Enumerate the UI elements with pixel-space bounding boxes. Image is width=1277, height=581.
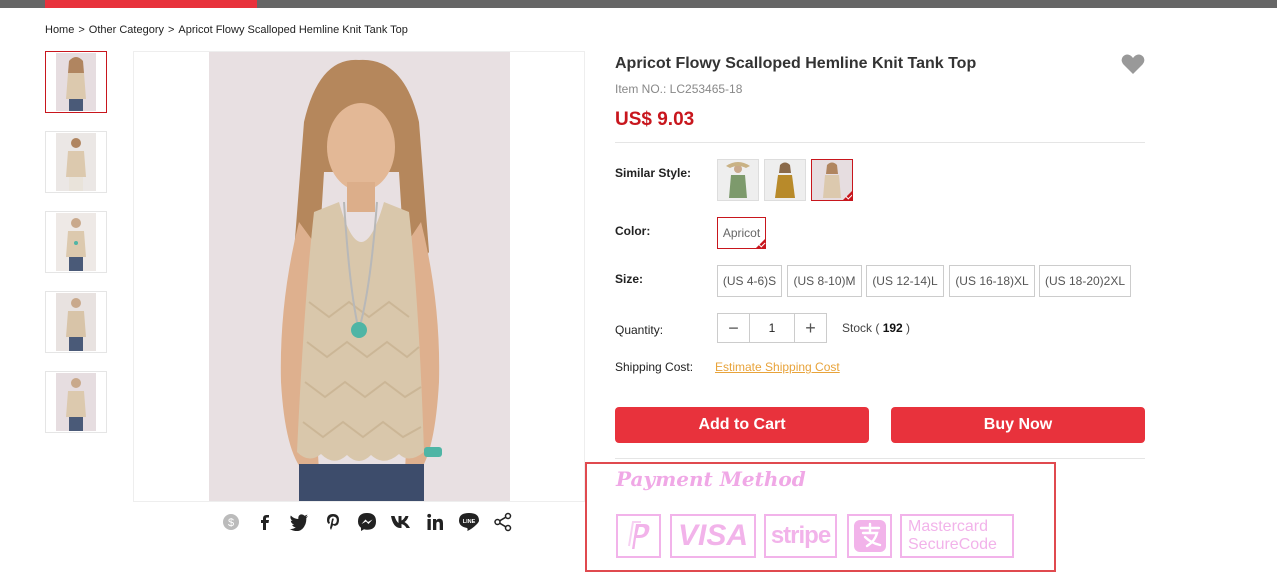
stripe-icon: stripe — [764, 514, 837, 558]
svg-text:LINE: LINE — [463, 519, 476, 525]
mastercard-text: Mastercard — [908, 518, 989, 535]
swatch-image — [718, 160, 758, 200]
breadcrumb: Home > Other Category > Apricot Flowy Scallo… — [45, 24, 408, 36]
color-option-label: Apricot — [722, 226, 761, 240]
thumbnail-image — [56, 373, 96, 431]
quantity-input[interactable]: 1 — [749, 314, 795, 342]
share-icon[interactable] — [492, 511, 514, 533]
thumbnail-list — [45, 51, 107, 451]
breadcrumb-separator: > — [167, 24, 175, 36]
paypal-icon — [616, 514, 661, 558]
thumbnail-image — [56, 213, 96, 271]
color-option-apricot[interactable]: Apricot — [717, 217, 766, 249]
similar-style-label: Similar Style: — [615, 166, 692, 180]
quantity-decrease-button[interactable]: − — [718, 314, 749, 342]
top-nav-bar — [0, 0, 1277, 8]
thumbnail-4[interactable] — [45, 291, 107, 353]
thumbnail-5[interactable] — [45, 371, 107, 433]
wishlist-heart-icon[interactable] — [1121, 53, 1145, 80]
stock-prefix: Stock ( — [842, 321, 883, 335]
line-icon[interactable]: LINE — [458, 511, 480, 533]
mastercard-securecode-icon: Mastercard SecureCode — [900, 514, 1014, 558]
size-label: Size: — [615, 272, 644, 286]
twitter-icon[interactable] — [288, 511, 310, 533]
visa-icon: VISA — [670, 514, 756, 558]
stock-suffix: ) — [902, 321, 911, 335]
breadcrumb-home[interactable]: Home — [45, 24, 74, 36]
securecode-text: SecureCode — [908, 536, 997, 553]
product-price: US$ 9.03 — [615, 109, 695, 130]
breadcrumb-current: Apricot Flowy Scalloped Hemline Knit Tan… — [178, 24, 408, 36]
size-option-m[interactable]: (US 8-10)M — [787, 265, 862, 297]
selected-check-icon — [756, 239, 765, 248]
coin-icon[interactable]: $ — [220, 511, 242, 533]
linkedin-icon[interactable] — [424, 511, 446, 533]
size-option-2xl[interactable]: (US 18-20)2XL — [1039, 265, 1131, 297]
similar-style-swatch-green[interactable] — [717, 159, 759, 201]
vk-icon[interactable] — [390, 511, 412, 533]
facebook-icon[interactable] — [254, 511, 276, 533]
top-nav-active-indicator — [45, 0, 257, 8]
share-bar: $ LINE — [220, 511, 514, 533]
thumbnail-2[interactable] — [45, 131, 107, 193]
product-title: Apricot Flowy Scalloped Hemline Knit Tan… — [615, 55, 977, 72]
pinterest-icon[interactable] — [322, 511, 344, 533]
swatch-image — [765, 160, 805, 200]
thumbnail-image — [56, 293, 96, 351]
item-number: Item NO.: LC253465-18 — [615, 82, 743, 96]
similar-style-swatch-apricot[interactable] — [811, 159, 853, 201]
quantity-increase-button[interactable]: + — [795, 314, 826, 342]
size-option-s[interactable]: (US 4-6)S — [717, 265, 782, 297]
color-label: Color: — [615, 224, 651, 238]
quantity-label: Quantity: — [615, 323, 664, 337]
similar-style-swatch-mustard[interactable] — [764, 159, 806, 201]
divider — [615, 458, 1145, 459]
add-to-cart-button[interactable]: Add to Cart — [615, 407, 869, 443]
thumbnail-3[interactable] — [45, 211, 107, 273]
breadcrumb-category[interactable]: Other Category — [89, 24, 164, 36]
buy-now-button[interactable]: Buy Now — [891, 407, 1145, 443]
payment-method-title: Payment Method — [616, 467, 806, 491]
quantity-stepper: − 1 + — [717, 313, 827, 343]
stock-indicator: Stock ( 192 ) — [842, 321, 910, 335]
main-product-image[interactable] — [133, 51, 585, 502]
estimate-shipping-link[interactable]: Estimate Shipping Cost — [715, 360, 840, 374]
size-option-l[interactable]: (US 12-14)L — [866, 265, 944, 297]
selected-check-icon — [843, 191, 852, 200]
thumbnail-1[interactable] — [45, 51, 107, 113]
messenger-icon[interactable] — [356, 511, 378, 533]
stock-count: 192 — [882, 321, 903, 335]
thumbnail-image — [56, 133, 96, 191]
svg-text:$: $ — [228, 517, 234, 529]
alipay-icon — [847, 514, 892, 558]
thumbnail-image — [56, 53, 96, 111]
breadcrumb-separator: > — [78, 24, 85, 36]
size-option-xl[interactable]: (US 16-18)XL — [949, 265, 1035, 297]
shipping-cost-label: Shipping Cost: — [615, 360, 694, 374]
product-photo — [209, 52, 510, 501]
divider — [615, 142, 1145, 143]
